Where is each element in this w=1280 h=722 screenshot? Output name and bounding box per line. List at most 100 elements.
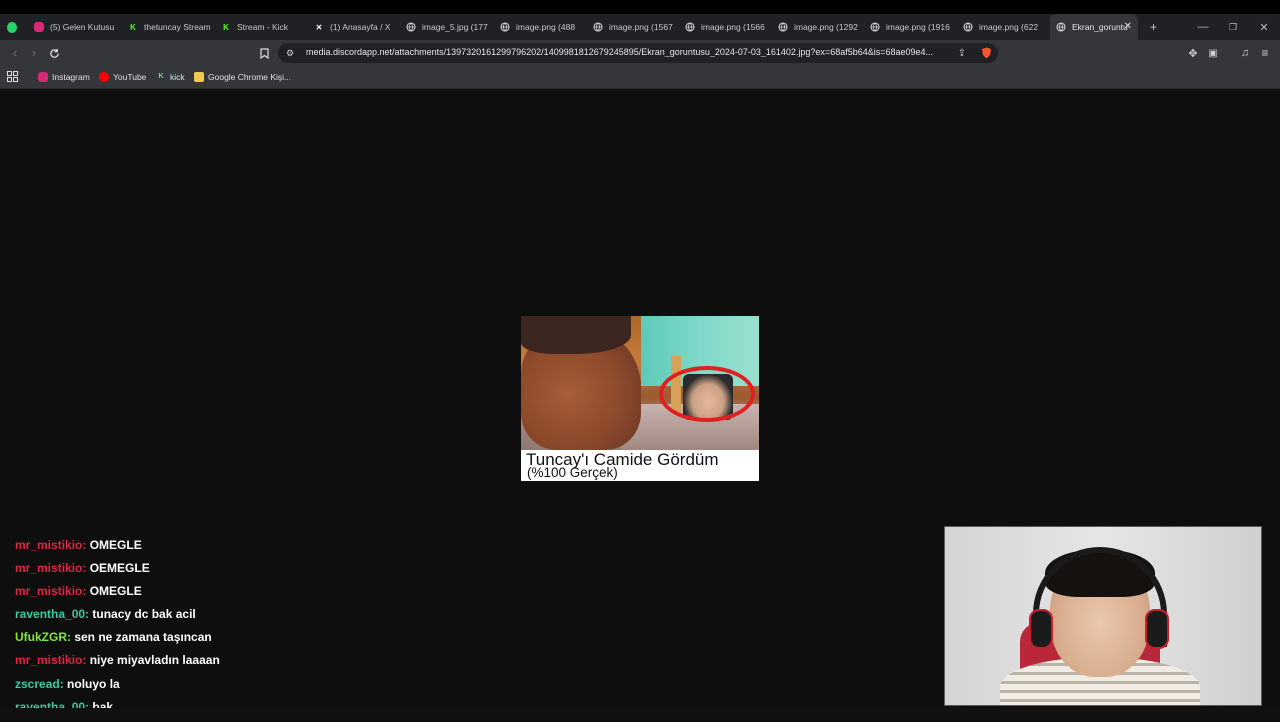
chat-text: niye miyavladın laaaan	[89, 653, 220, 668]
minimize-button[interactable]: —	[1188, 14, 1218, 40]
url-text[interactable]: media.discordapp.net/attachments/1397320…	[306, 47, 946, 57]
tab-4[interactable]: image_5.jpg (177	[400, 14, 490, 40]
music-icon: ♫	[1240, 47, 1250, 59]
tab-3[interactable]: ✕ (1) Anasayfa / X	[308, 14, 398, 40]
tab-label: image.png (488	[516, 22, 576, 32]
chat-message: UfukZGR: sen ne zamana taşıncan	[15, 629, 415, 652]
chat-message: mr_mistikio: OMEGLE	[15, 583, 415, 606]
chat-text: tunacy dc bak acil	[92, 607, 196, 622]
tab-5[interactable]: image.png (488	[494, 14, 584, 40]
chevron-left-icon: ‹	[13, 46, 17, 60]
tab-9[interactable]: image.png (1916	[864, 14, 954, 40]
bookmark-item[interactable]: Kkick	[156, 69, 184, 84]
tab-label: (5) Gelen Kutusu	[50, 22, 115, 32]
bookmark-icon	[259, 47, 269, 59]
share-icon: ⇪	[957, 47, 967, 59]
plus-icon: +	[1150, 20, 1158, 34]
bookmark-button[interactable]	[255, 44, 273, 62]
wallet-icon: ▣	[1208, 47, 1218, 59]
site-info-button[interactable]: ⚙	[281, 44, 299, 62]
tab-label: image_5.jpg (177	[422, 22, 488, 32]
extensions-button[interactable]: ✥	[1184, 44, 1202, 62]
bookmarks-bar	[0, 66, 1280, 89]
tab-label: Stream - Kick	[237, 22, 289, 32]
bookmark-label: Instagram	[52, 71, 90, 82]
tab-0[interactable]: (5) Gelen Kutusu	[28, 14, 118, 40]
globe-icon	[500, 22, 510, 32]
back-button[interactable]: ‹	[6, 44, 24, 62]
kick-icon: K	[158, 73, 164, 80]
close-tab-icon[interactable]: ✕	[1124, 22, 1132, 32]
webcam-overlay	[944, 526, 1262, 706]
apps-grid-icon	[7, 71, 18, 82]
forward-button[interactable]: ›	[25, 44, 43, 62]
tab-11[interactable]: Ekran_goruntu ✕	[1050, 14, 1138, 40]
chat-text: OEMEGLE	[89, 561, 150, 576]
bookmark-item[interactable]: YouTube	[99, 69, 146, 84]
chat-username: zscread:	[15, 676, 68, 691]
close-icon: ✕	[1259, 21, 1269, 34]
tab-label: image.png (1566	[701, 22, 765, 32]
chevron-right-icon: ›	[32, 46, 36, 60]
tab-2[interactable]: K Stream - Kick	[215, 14, 305, 40]
chat-username: mr_mistikio:	[15, 561, 90, 576]
tab-label: image.png (622	[979, 22, 1039, 32]
media-button[interactable]: ♫	[1236, 44, 1254, 62]
folder-icon	[194, 71, 204, 82]
tab-label: (1) Anasayfa / X	[330, 22, 391, 32]
tab-10[interactable]: image.png (622	[957, 14, 1047, 40]
instagram-icon	[38, 71, 48, 82]
instagram-icon	[34, 22, 44, 32]
stream-chat-overlay: mr_mistikio: OMEGLE mr_mistikio: OEMEGLE m…	[15, 537, 415, 722]
brave-shield-icon	[981, 47, 991, 59]
chat-text: noluyo la	[67, 676, 120, 691]
red-circle-highlight	[659, 366, 755, 422]
reload-icon	[49, 48, 59, 58]
apps-button[interactable]	[7, 69, 18, 84]
tab-label: image.png (1916	[886, 22, 950, 32]
wallet-button[interactable]: ▣	[1204, 44, 1222, 62]
chat-message: mr_mistikio: OEMEGLE	[15, 560, 415, 583]
restore-icon: ❐	[1228, 21, 1238, 32]
tab-1[interactable]: Kthetuncay Stream	[122, 14, 212, 40]
whatsapp-icon	[7, 21, 17, 33]
reload-button[interactable]	[45, 44, 63, 62]
globe-icon	[593, 22, 603, 32]
tune-icon: ⚙	[285, 47, 295, 58]
brave-shields-button[interactable]	[977, 44, 995, 62]
chat-username: mr_mistikio:	[15, 653, 90, 668]
bookmark-item[interactable]: Google Chrome Kişi...	[194, 69, 291, 84]
tab-7[interactable]: image.png (1566	[679, 14, 769, 40]
new-tab-button[interactable]: +	[1144, 14, 1160, 40]
top-strip	[0, 0, 1280, 14]
chat-text: sen ne zamana taşıncan	[74, 630, 212, 645]
globe-icon	[778, 22, 788, 32]
globe-icon	[963, 22, 973, 32]
chat-username: mr_mistikio:	[15, 584, 90, 599]
chat-username: UfukZGR:	[15, 630, 75, 645]
chat-text: OMEGLE	[89, 538, 142, 552]
bookmark-item[interactable]: Instagram	[38, 69, 90, 84]
menu-button[interactable]: ≡	[1256, 44, 1274, 62]
tab-8[interactable]: image.png (1292	[772, 14, 862, 40]
chat-text: OMEGLE	[89, 584, 142, 599]
globe-icon	[406, 22, 416, 32]
restore-button[interactable]: ❐	[1218, 14, 1248, 40]
bookmark-label: Google Chrome Kişi...	[208, 71, 292, 82]
close-window-button[interactable]: ✕	[1249, 14, 1279, 40]
bottom-bar	[0, 708, 1280, 720]
chat-message: zscread: noluyo la	[15, 676, 415, 699]
tab-6[interactable]: image.png (1567	[587, 14, 677, 40]
tab-label: Ekran_goruntu	[1072, 22, 1128, 32]
globe-icon	[870, 22, 880, 32]
chat-message: mr_mistikio: niye miyavladın laaaan	[15, 652, 415, 675]
kick-icon: K	[223, 22, 229, 32]
tab-label: image.png (1567	[609, 22, 673, 32]
share-button[interactable]: ⇪	[953, 44, 971, 62]
tab-label: thetuncay Stream	[144, 22, 211, 32]
puzzle-icon: ✥	[1188, 47, 1198, 60]
chat-username: raventha_00:	[15, 607, 93, 622]
tab-whatsapp[interactable]	[4, 14, 24, 40]
bookmark-label: YouTube	[113, 71, 147, 82]
displayed-image[interactable]: Tuncay'ı Camide Gördüm (%100 Gerçek)	[521, 316, 759, 481]
